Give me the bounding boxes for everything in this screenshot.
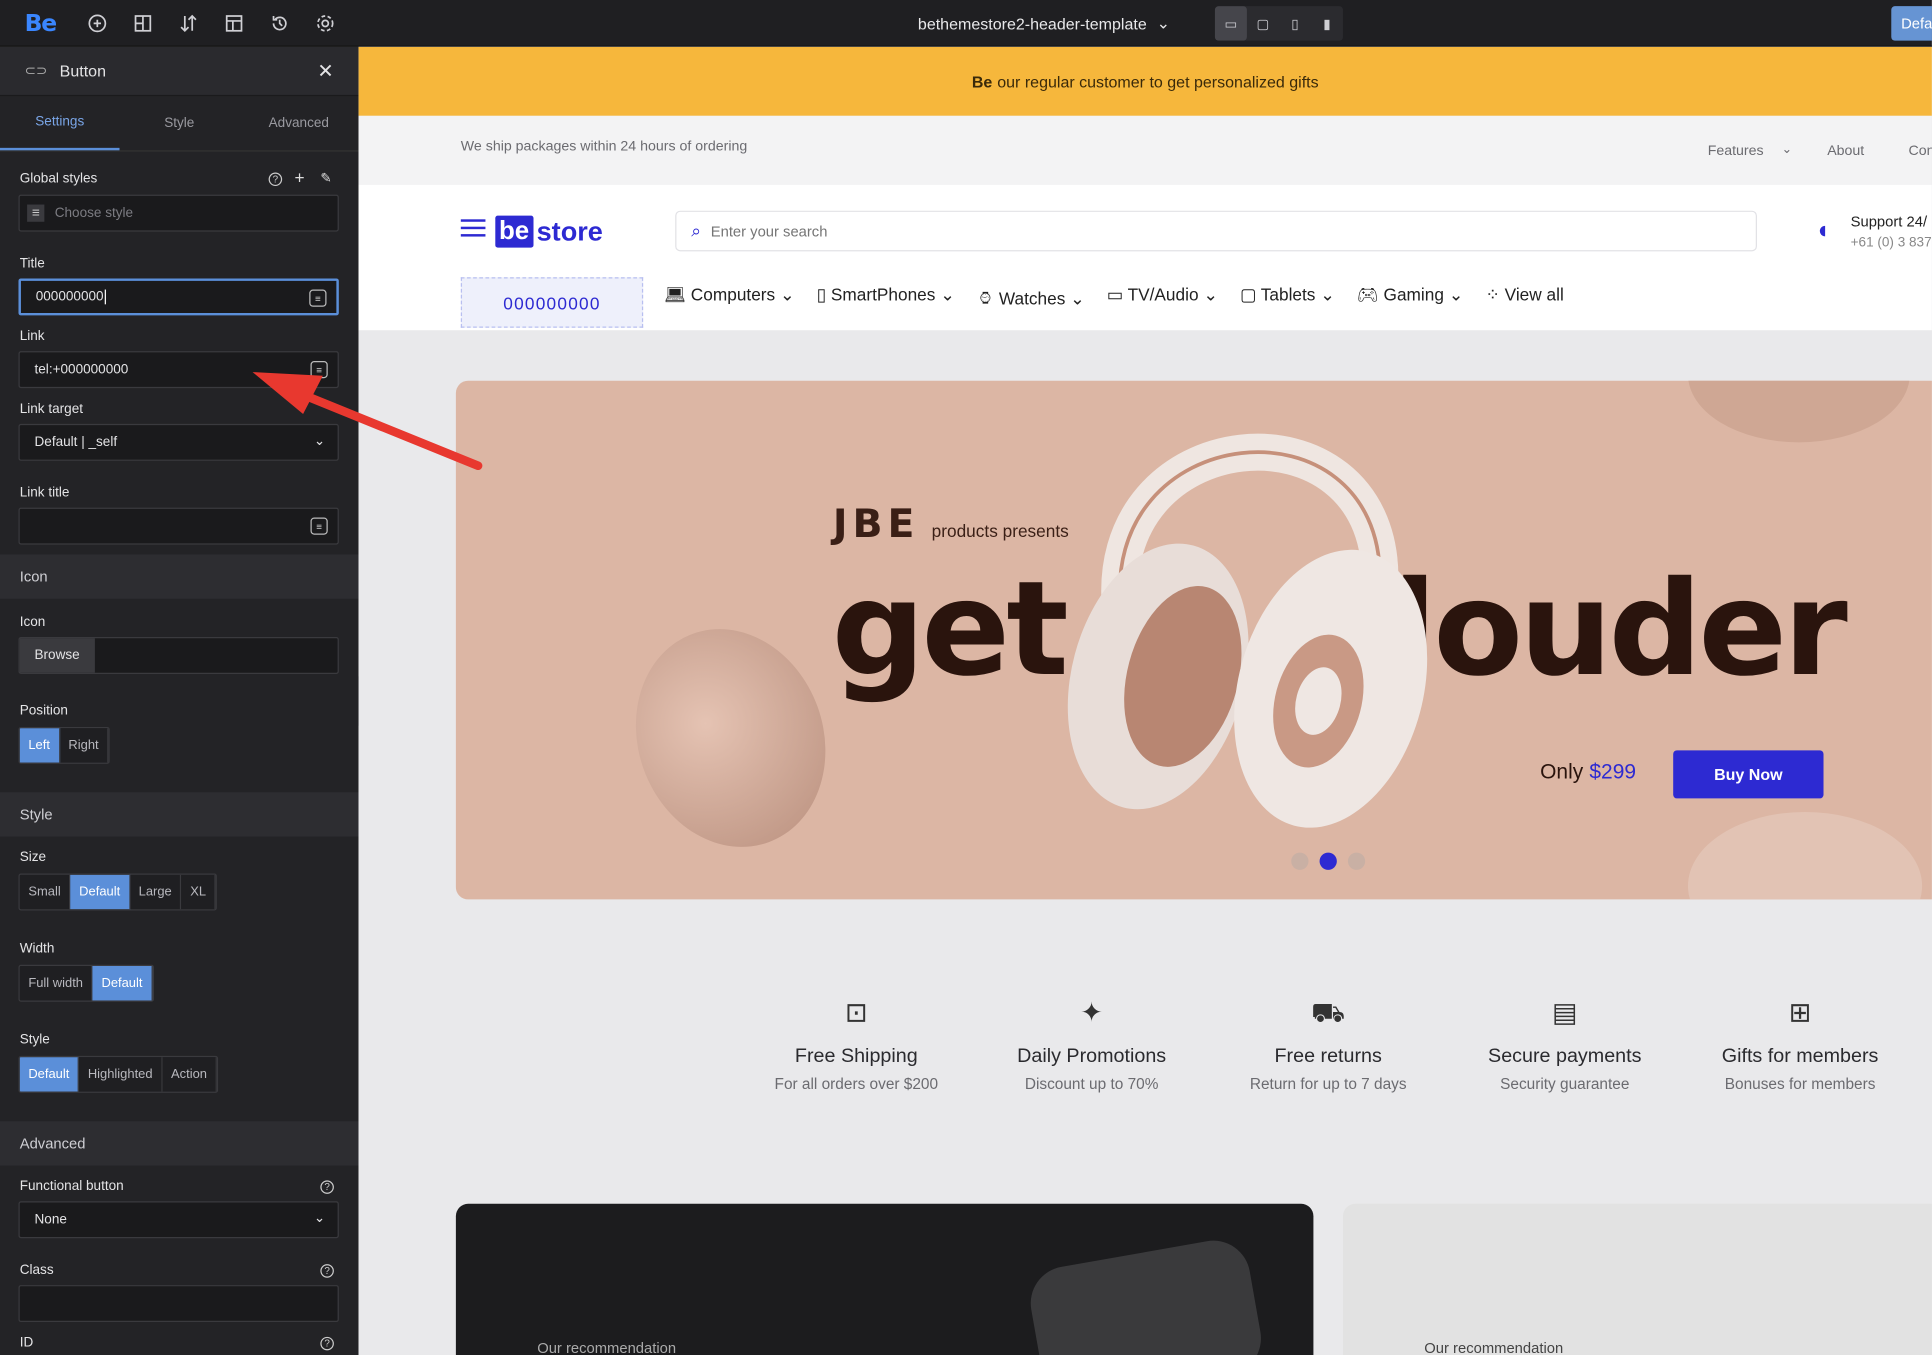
red-arrow-annotation <box>252 372 483 471</box>
